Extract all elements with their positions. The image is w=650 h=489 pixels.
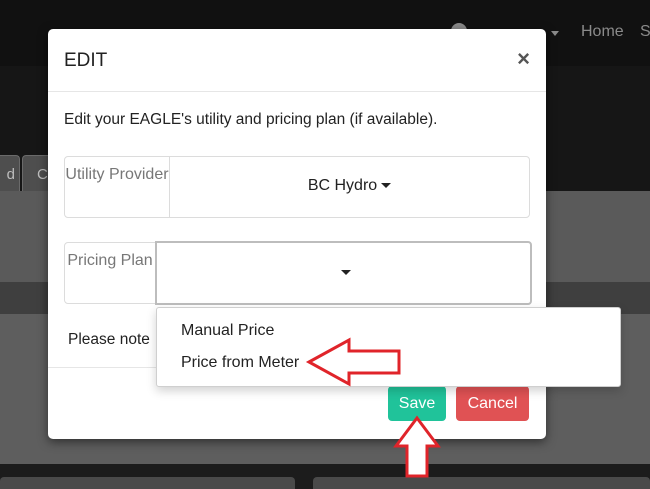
chevron-down-icon <box>551 31 559 36</box>
pricing-plan-select[interactable] <box>155 241 532 305</box>
nav-home-link[interactable]: Home <box>581 23 624 41</box>
dropdown-option-price-from-meter[interactable]: Price from Meter <box>181 354 299 372</box>
chevron-down-icon <box>381 183 392 189</box>
utility-provider-value: BC Hydro <box>307 177 378 194</box>
modal-header: EDIT × <box>48 29 546 92</box>
cancel-button[interactable]: Cancel <box>456 386 529 421</box>
chevron-down-icon <box>340 270 351 276</box>
pricing-plan-dropdown-menu: Manual Price Price from Meter <box>156 307 621 387</box>
nav-partial-link[interactable]: S <box>640 23 650 41</box>
background-card <box>0 477 295 489</box>
modal-description: Edit your EAGLE's utility and pricing pl… <box>64 111 438 128</box>
utility-provider-label-text: Utility Provider <box>65 166 169 183</box>
modal-note: Please note <box>68 331 150 348</box>
background-tab[interactable]: d <box>0 155 20 191</box>
close-icon[interactable]: × <box>517 46 530 72</box>
save-button[interactable]: Save <box>388 386 446 421</box>
utility-provider-label: Utility Provider <box>64 156 170 218</box>
dropdown-option-manual-price[interactable]: Manual Price <box>181 322 274 340</box>
pricing-plan-label-text: Pricing Plan <box>67 252 153 269</box>
background-card <box>313 477 650 489</box>
pricing-plan-label: Pricing Plan <box>64 242 156 304</box>
utility-provider-select[interactable]: BC Hydro <box>169 156 530 218</box>
modal-title: EDIT <box>64 50 108 71</box>
